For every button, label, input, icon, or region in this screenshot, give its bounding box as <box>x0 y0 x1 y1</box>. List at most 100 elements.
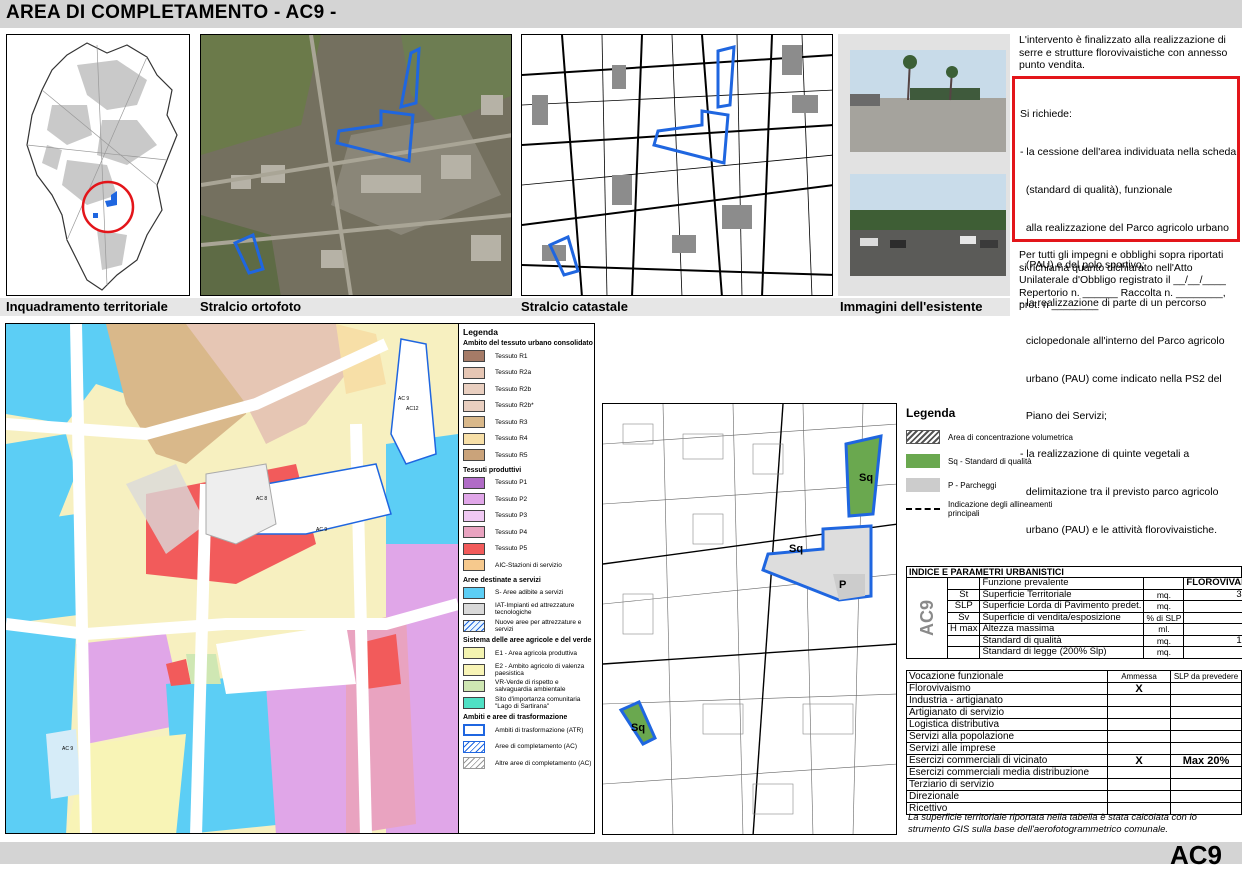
vocation-name-cell: Artigianato di servizio <box>907 707 1108 719</box>
site-legend-label: Indicazione degli allineamenti principal… <box>948 500 1078 518</box>
legend-swatch <box>463 493 485 505</box>
legend-item: Tessuto P5 <box>463 541 595 558</box>
legend-label: IAT-Impianti ed attrezzature tecnologich… <box>495 602 595 616</box>
vocation-row: Servizi alla popolazione <box>907 731 1242 743</box>
sq-label-3: Sq <box>631 722 645 734</box>
parking-label: P <box>839 579 846 591</box>
legend-item: VR-Verde di rispetto e salvaguardia ambi… <box>463 678 595 695</box>
vocation-row: Servizi alle imprese <box>907 743 1242 755</box>
legend-swatch <box>463 350 485 362</box>
legend-item: Tessuto R1 <box>463 348 595 365</box>
vocation-name-cell: Logistica distributiva <box>907 719 1108 731</box>
vocation-row: Esercizi commerciali di vicinatoXMax 20% <box>907 755 1242 767</box>
vocation-header-allowed: Ammessa <box>1108 671 1171 683</box>
vocation-slp-cell <box>1171 767 1242 779</box>
params-row: H maxAltezza massimaml.7,5 <box>907 624 1242 636</box>
vocation-name-cell: Direzionale <box>907 791 1108 803</box>
map-label-ac9-b: AC 9 <box>316 527 327 533</box>
vocation-name-cell: Industria - artigianato <box>907 695 1108 707</box>
map-label-ac9-a: AC 9 <box>398 396 409 402</box>
vocation-allowed-cell <box>1108 767 1171 779</box>
legend-label: Tessuto P5 <box>495 545 527 552</box>
vocation-row: FlorovivaismoX <box>907 683 1242 695</box>
legend-section-heading: Sistema delle aree agricole e del verde <box>463 637 595 645</box>
legend-item: Tessuto R5 <box>463 447 595 464</box>
legend-label: Nuove aree per attrezzature e servizi <box>495 619 595 633</box>
legend-label: Sito d'importanza comunitaria "Lago di S… <box>495 696 595 710</box>
vocation-allowed-cell <box>1108 731 1171 743</box>
site-legend-item: Indicazione degli allineamenti principal… <box>906 497 1106 521</box>
vocation-header-slp: SLP da prevedere <box>1171 671 1242 683</box>
legend-swatch <box>463 559 485 571</box>
legend-swatch <box>463 697 485 709</box>
legend-label: AIC-Stazioni di servizio <box>495 562 562 569</box>
legend-item: Tessuto P1 <box>463 475 595 492</box>
site-legend-item: P - Parcheggi <box>906 473 1106 497</box>
params-table: AC9Funzione prevalenteFLOROVIVAISMOStSup… <box>906 577 1242 659</box>
legend-swatch <box>463 680 485 692</box>
vocation-slp-cell <box>1171 695 1242 707</box>
legend-swatch <box>463 449 485 461</box>
legend-item: Ambiti di trasformazione (ATR) <box>463 722 595 739</box>
vocation-slp-cell <box>1171 743 1242 755</box>
params-unit-cell: mq. <box>1144 601 1184 613</box>
legend-label: Tessuto R4 <box>495 435 528 442</box>
params-value-cell: 1.338 <box>1184 601 1242 613</box>
params-value-cell: 12.000 <box>1184 635 1242 647</box>
legend-section-heading: Tessuti produttivi <box>463 467 595 475</box>
vocation-slp-cell <box>1171 791 1242 803</box>
site-legend: Legenda Area di concentrazione volumetri… <box>906 406 1106 521</box>
params-code-cell: Sv <box>948 612 980 624</box>
legend-label: Aree di completamento (AC) <box>495 743 577 750</box>
legend-item: E2 - Ambito agricolo di valenza paesisti… <box>463 662 595 679</box>
vocation-slp-cell <box>1171 731 1242 743</box>
params-value-cell: 33.450 <box>1184 589 1242 601</box>
legend-label: Tessuto R1 <box>495 353 528 360</box>
params-desc-cell: Altezza massima <box>980 624 1144 636</box>
legend-swatch <box>463 526 485 538</box>
params-title: INDICE E PARAMETRI URBANISTICI <box>906 566 1242 577</box>
vocation-allowed-cell: X <box>1108 683 1171 695</box>
zoning-map: AC 9 AC12 AC 8 AC 9 AC 9 Legenda Ambito … <box>5 323 595 834</box>
params-side-label: AC9 <box>922 600 932 636</box>
params-row: SLPSuperficie Lorda di Pavimento predet.… <box>907 601 1242 613</box>
params-row: Standard di legge (200% Slp)mq.535 <box>907 647 1242 659</box>
caption-immagini: Immagini dell'esistente <box>840 299 983 314</box>
legend-swatch <box>463 433 485 445</box>
vocation-name-cell: Florovivaismo <box>907 683 1108 695</box>
sq-label-1: Sq <box>859 472 873 484</box>
params-code-cell: SLP <box>948 601 980 613</box>
params-desc-cell: Standard di qualità <box>980 635 1144 647</box>
params-desc-cell: Funzione prevalente <box>980 578 1144 590</box>
legend-item: AIC-Stazioni di servizio <box>463 557 595 574</box>
vocation-allowed-cell <box>1108 791 1171 803</box>
footer-code: AC9 <box>1170 840 1222 871</box>
params-row: Standard di qualitàmq.12.000 <box>907 635 1242 647</box>
params-desc-cell: Superficie Lorda di Pavimento predet. <box>980 601 1144 613</box>
legend-section-heading: Ambito del tessuto urbano consolidato <box>463 340 595 348</box>
photo-2 <box>850 174 1006 276</box>
legend-label: Tessuto P3 <box>495 512 527 519</box>
params-unit-cell: mq. <box>1144 589 1184 601</box>
params-unit-cell: % di SLP <box>1144 612 1184 624</box>
legend-label: Ambiti di trasformazione (ATR) <box>495 727 583 734</box>
vocation-row: Esercizi commerciali media distribuzione <box>907 767 1242 779</box>
params-desc-cell: Superficie di vendita/esposizione <box>980 612 1144 624</box>
legend-swatch <box>463 543 485 555</box>
footer-bar <box>0 842 1242 864</box>
map-label-ac9-c: AC 9 <box>62 746 73 752</box>
legend-item: Nuove aree per attrezzature e servizi <box>463 618 595 635</box>
site-legend-title: Legenda <box>906 406 1106 420</box>
legend-swatch <box>463 477 485 489</box>
legend-section-heading: Ambiti e aree di trasformazione <box>463 714 595 722</box>
vocation-slp-cell: Max 20% <box>1171 755 1242 767</box>
site-legend-item: Area di concentrazione volumetrica <box>906 425 1106 449</box>
legend-item: Tessuto R2a <box>463 365 595 382</box>
legend-item: Tessuto P3 <box>463 508 595 525</box>
params-unit-cell: mq. <box>1144 635 1184 647</box>
vocation-allowed-cell <box>1108 695 1171 707</box>
params-value-cell: FLOROVIVAISMO <box>1184 578 1242 590</box>
params-value-cell: 535 <box>1184 647 1242 659</box>
params-unit-cell: mq. <box>1144 647 1184 659</box>
params-unit-cell: ml. <box>1144 624 1184 636</box>
